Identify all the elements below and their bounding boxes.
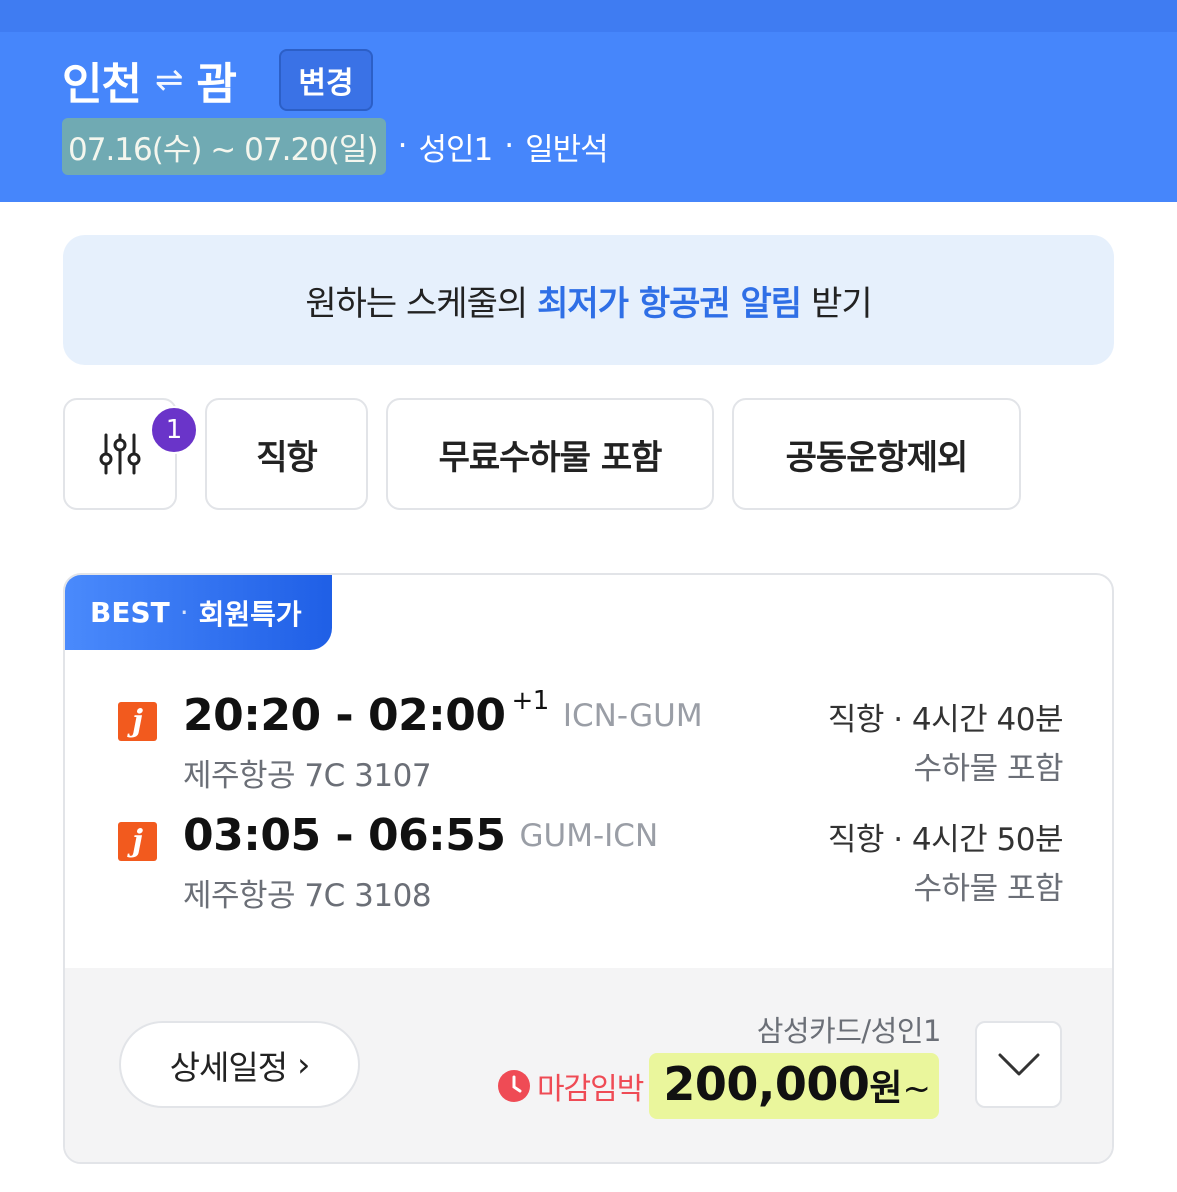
swap-arrows-icon: ⇌ [154,60,183,100]
leg-info: 직항 · 4시간 40분 수하물 포함 [827,696,1064,794]
price-suffix: ~ [902,1069,932,1109]
filter-chip-direct[interactable]: 직항 [205,398,368,510]
price-currency: 원 [869,1068,903,1109]
trip-info: 07.16(수) ~ 07.20(일) · 성인1 · 일반석 [62,117,609,175]
cabin-class: 일반석 [525,131,609,168]
chevron-right-icon: › [297,1045,310,1084]
airline-flight-number: 제주항공 7C 3108 [183,878,432,914]
departure-arrival-time: 20:20 - 02:00 [183,690,506,741]
baggage-included: 수하물 포함 [913,751,1064,787]
detail-schedule-label: 상세일정 [169,1047,288,1087]
leg-info: 직항 · 4시간 50분 수하물 포함 [827,816,1064,914]
filter-chip-free-baggage[interactable]: 무료수하물 포함 [386,398,714,510]
banner-highlight: 최저가 항공권 알림 [537,283,802,324]
airline-flight-number: 제주항공 7C 3107 [183,758,432,794]
price-highlight: 200,000 원 ~ [649,1053,939,1119]
baggage-included: 수하물 포함 [913,871,1064,907]
banner-text-before: 원하는 스케줄의 [305,283,528,324]
direct-duration: 직항 · 4시간 40분 [827,702,1064,738]
route-code: GUM-ICN [519,818,659,854]
best-member-deal-tag: BEST · 회원특가 [65,575,332,650]
expand-button[interactable] [975,1021,1062,1108]
price-amount: 200,000 [663,1057,870,1111]
return-leg: j 03:05 - 06:55 GUM-ICN 제주항공 7C 3108 직항 … [65,798,1112,914]
sliders-icon [99,433,141,475]
price-row: 마감임박 200,000 원 ~ [497,1053,939,1119]
separator-dot: · [504,128,514,164]
status-bar-area [0,0,1177,32]
outbound-leg: j 20:20 - 02:00 +1 ICN-GUM 제주항공 7C 3107 … [65,678,1112,794]
chevron-down-icon [998,1053,1039,1075]
active-filter-count-badge: 1 [150,406,198,454]
jejuair-logo: j [118,702,157,741]
price-footer: 상세일정 › 삼성카드/성인1 마감임박 200,000 원 ~ [65,968,1112,1162]
direct-duration: 직항 · 4시간 50분 [827,822,1064,858]
flight-times: 20:20 - 02:00 +1 ICN-GUM [183,686,703,741]
travel-dates: 07.16(수) ~ 07.20(일) [62,117,386,175]
detail-schedule-button[interactable]: 상세일정 › [119,1021,360,1108]
route-title: 인천 ⇌ 괌 [62,50,237,110]
search-summary-header: 인천 ⇌ 괌 변경 07.16(수) ~ 07.20(일) · 성인1 · 일반… [0,32,1177,202]
jejuair-logo: j [118,822,157,861]
filter-chip-exclude-codeshare[interactable]: 공동운항제외 [732,398,1021,510]
departure-arrival-time: 03:05 - 06:55 [183,810,506,861]
clock-icon [497,1070,530,1102]
price-alert-banner[interactable]: 원하는 스케줄의 최저가 항공권 알림 받기 [63,235,1114,365]
flight-result-card[interactable]: BEST · 회원특가 j 20:20 - 02:00 +1 ICN-GUM 제… [63,573,1114,1164]
deadline-label: 마감임박 [536,1072,644,1107]
flight-times: 03:05 - 06:55 GUM-ICN [183,810,658,861]
card-passenger-label: 삼성카드/성인1 [756,1014,942,1048]
best-label: BEST [90,596,170,629]
origin-city: 인천 [62,59,142,110]
day-offset: +1 [511,686,550,716]
destination-city: 괌 [196,59,236,110]
separator-dot: · [179,596,189,629]
member-deal-label: 회원특가 [198,597,302,631]
change-search-button[interactable]: 변경 [279,49,373,111]
route-code: ICN-GUM [562,698,703,734]
banner-text-after: 받기 [811,283,873,324]
passenger-count: 성인1 [418,131,493,168]
separator-dot: · [397,128,408,164]
deadline-indicator: 마감임박 [497,1064,644,1108]
